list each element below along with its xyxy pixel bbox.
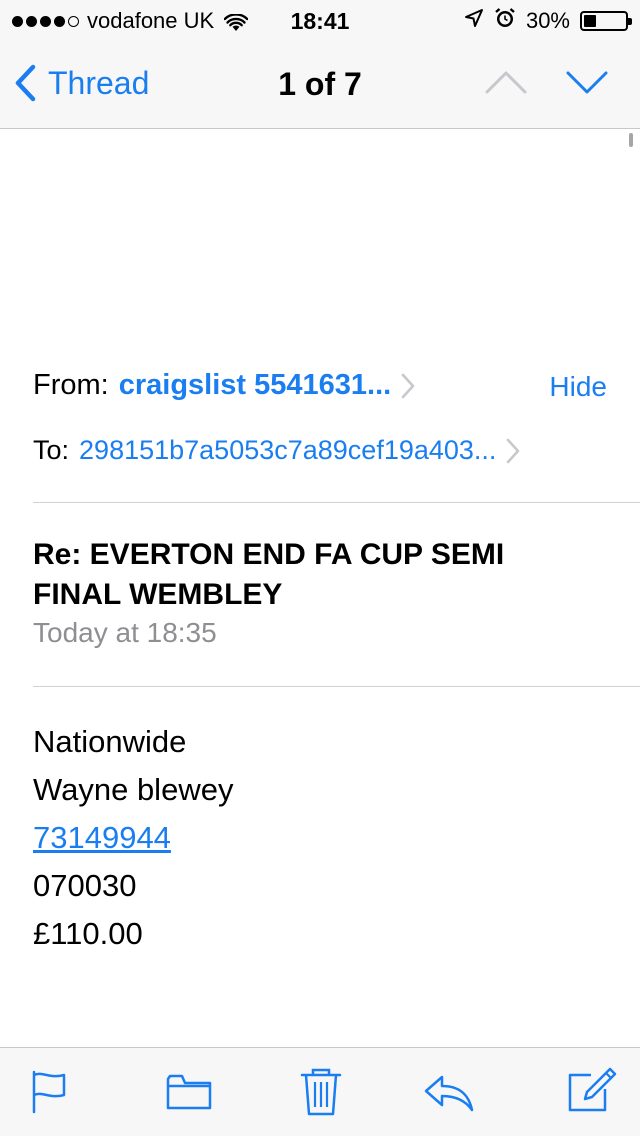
delete-button[interactable] <box>300 1067 342 1122</box>
wifi-icon <box>223 12 249 31</box>
carrier-name: vodafone UK <box>87 8 215 33</box>
chevron-left-icon <box>15 64 36 102</box>
body-line: £110.00 <box>33 916 143 951</box>
chevron-right-icon[interactable] <box>401 373 415 399</box>
to-row: To: 298151b7a5053c7a89cef19a403... <box>33 435 520 466</box>
message-date: Today at 18:35 <box>33 617 217 648</box>
to-recipient[interactable]: 298151b7a5053c7a89cef19a403... <box>79 435 496 466</box>
from-sender[interactable]: craigslist 5541631... <box>119 369 391 402</box>
bottom-toolbar <box>0 1047 640 1136</box>
back-button[interactable]: Thread <box>14 64 149 102</box>
flag-icon <box>32 1070 66 1114</box>
back-button-label: Thread <box>48 64 150 101</box>
message-subject: Re: EVERTON END FA CUP SEMI FINAL WEMBLE… <box>33 538 505 611</box>
to-label: To: <box>33 435 70 465</box>
next-message-button[interactable] <box>565 68 609 101</box>
from-label: From: <box>33 369 109 401</box>
subject-divider <box>33 686 640 687</box>
battery-fill <box>584 15 596 27</box>
alarm-icon <box>494 7 516 35</box>
battery-icon <box>580 11 632 31</box>
reply-button[interactable] <box>423 1074 475 1117</box>
previous-message-button[interactable] <box>484 68 528 101</box>
phone-number-link[interactable]: 73149944 <box>33 814 233 862</box>
status-bar: vodafone UK 18:41 30% <box>0 0 640 40</box>
navigation-bar: Thread 1 of 7 <box>0 40 640 129</box>
folder-icon <box>166 1074 212 1110</box>
body-line: 070030 <box>33 868 137 903</box>
battery-percent: 30% <box>525 8 570 33</box>
trash-icon <box>300 1068 342 1116</box>
from-row: From: craigslist 5541631... <box>33 369 415 402</box>
message-body: Nationwide Wayne blewey 73149944 070030 … <box>33 718 233 958</box>
header-divider <box>33 502 640 503</box>
chevron-right-icon[interactable] <box>506 438 520 464</box>
reply-icon <box>424 1075 474 1112</box>
flag-button[interactable] <box>31 1070 67 1119</box>
compose-button[interactable] <box>567 1067 617 1118</box>
body-line: Wayne blewey <box>33 772 234 807</box>
move-to-folder-button[interactable] <box>166 1073 212 1116</box>
location-icon <box>464 8 484 34</box>
body-line: Nationwide <box>33 724 187 759</box>
compose-icon <box>568 1067 617 1112</box>
hide-details-button[interactable]: Hide <box>549 371 607 403</box>
chevron-up-icon <box>485 71 527 94</box>
scroll-indicator[interactable] <box>629 133 633 147</box>
signal-strength-icon <box>12 15 79 27</box>
chevron-down-icon <box>566 71 608 94</box>
